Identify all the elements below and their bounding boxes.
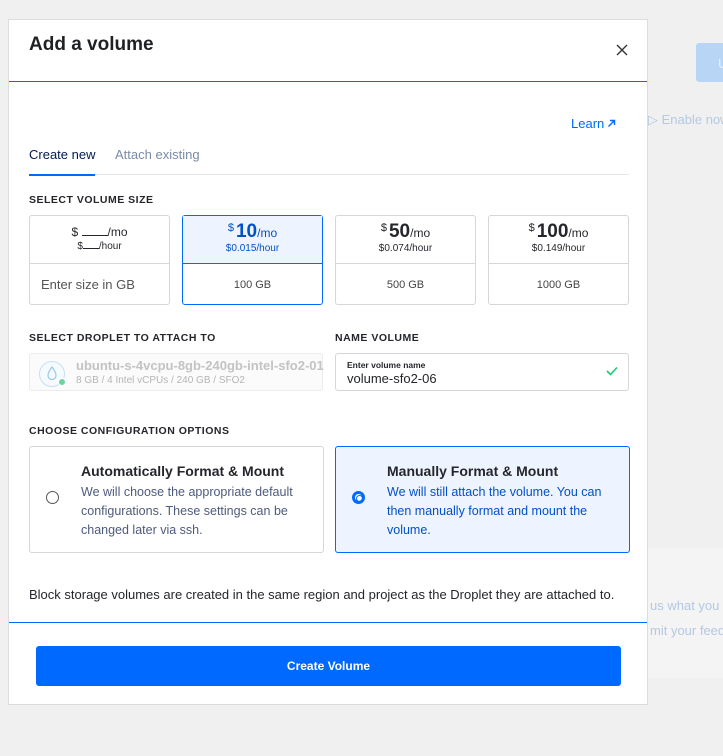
check-icon bbox=[606, 366, 618, 376]
modal-header: Add a volume bbox=[9, 20, 647, 82]
volume-tabs: Create new Attach existing bbox=[29, 145, 629, 176]
background-enable-now: ▷ Enable now bbox=[648, 112, 723, 127]
size-card-100gb[interactable]: $10/mo $0.015/hour 100 GB bbox=[182, 215, 323, 305]
config-option-manual[interactable]: Manually Format & Mount We will still at… bbox=[335, 446, 630, 553]
close-icon[interactable] bbox=[614, 42, 630, 58]
size-card-1000gb[interactable]: $100/mo $0.149/hour 1000 GB bbox=[488, 215, 629, 305]
size-price: $10/mo $0.015/hour bbox=[183, 216, 322, 264]
volume-name-input[interactable] bbox=[347, 371, 597, 386]
custom-size-input[interactable] bbox=[30, 264, 169, 305]
size-gb: 500 GB bbox=[386, 278, 425, 291]
background-button: U bbox=[696, 43, 723, 82]
config-option-auto[interactable]: Automatically Format & Mount We will cho… bbox=[29, 446, 324, 553]
config-option-title: Automatically Format & Mount bbox=[81, 463, 285, 479]
custom-price: $ /mo $/hour bbox=[30, 216, 169, 264]
config-option-description: We will still attach the volume. You can… bbox=[387, 485, 602, 537]
footer-divider bbox=[9, 622, 647, 623]
learn-link[interactable]: Learn bbox=[571, 116, 616, 131]
region-note: Block storage volumes are created in the… bbox=[29, 587, 615, 602]
volume-name-field-label: Enter volume name bbox=[347, 360, 426, 370]
background-feedback-2: mit your feed bbox=[650, 623, 723, 638]
volume-size-label: SELECT VOLUME SIZE bbox=[29, 194, 154, 206]
custom-hourly: $/hour bbox=[77, 241, 122, 252]
droplet-selector[interactable]: ubuntu-s-4vcpu-8gb-240gb-intel-sfo2-01 8… bbox=[29, 353, 324, 391]
radio-manual[interactable] bbox=[352, 491, 365, 504]
tab-create-new[interactable]: Create new bbox=[29, 147, 96, 176]
config-option-title: Manually Format & Mount bbox=[387, 463, 559, 479]
radio-auto[interactable] bbox=[46, 491, 59, 504]
name-volume-label: NAME VOLUME bbox=[335, 332, 420, 344]
custom-monthly: $ /mo bbox=[71, 225, 128, 239]
droplet-section-label: SELECT DROPLET TO ATTACH TO bbox=[29, 332, 216, 344]
droplet-specs: 8 GB / 4 Intel vCPUs / 240 GB / SFO2 bbox=[76, 375, 245, 386]
droplet-name: ubuntu-s-4vcpu-8gb-240gb-intel-sfo2-01 bbox=[76, 358, 324, 373]
volume-name-field: Enter volume name bbox=[335, 353, 629, 391]
size-price: $100/mo $0.149/hour bbox=[489, 216, 628, 264]
create-volume-button[interactable]: Create Volume bbox=[36, 646, 621, 686]
modal-title: Add a volume bbox=[29, 34, 154, 55]
add-volume-modal: Add a volume Learn Create new Attach exi… bbox=[8, 19, 648, 705]
external-arrow-icon bbox=[608, 119, 616, 127]
config-section-label: CHOOSE CONFIGURATION OPTIONS bbox=[29, 425, 230, 437]
background-feedback-1: us what you t bbox=[650, 598, 723, 613]
size-card-500gb[interactable]: $50/mo $0.074/hour 500 GB bbox=[335, 215, 476, 305]
size-gb: 100 GB bbox=[233, 278, 272, 291]
size-gb: 1000 GB bbox=[536, 278, 581, 291]
background-card bbox=[648, 548, 723, 678]
tab-attach-existing[interactable]: Attach existing bbox=[115, 147, 200, 174]
size-price: $50/mo $0.074/hour bbox=[336, 216, 475, 264]
learn-label: Learn bbox=[571, 116, 605, 131]
config-option-description: We will choose the appropriate default c… bbox=[81, 485, 293, 537]
droplet-status-dot bbox=[58, 378, 66, 386]
size-card-custom[interactable]: $ /mo $/hour bbox=[29, 215, 170, 305]
